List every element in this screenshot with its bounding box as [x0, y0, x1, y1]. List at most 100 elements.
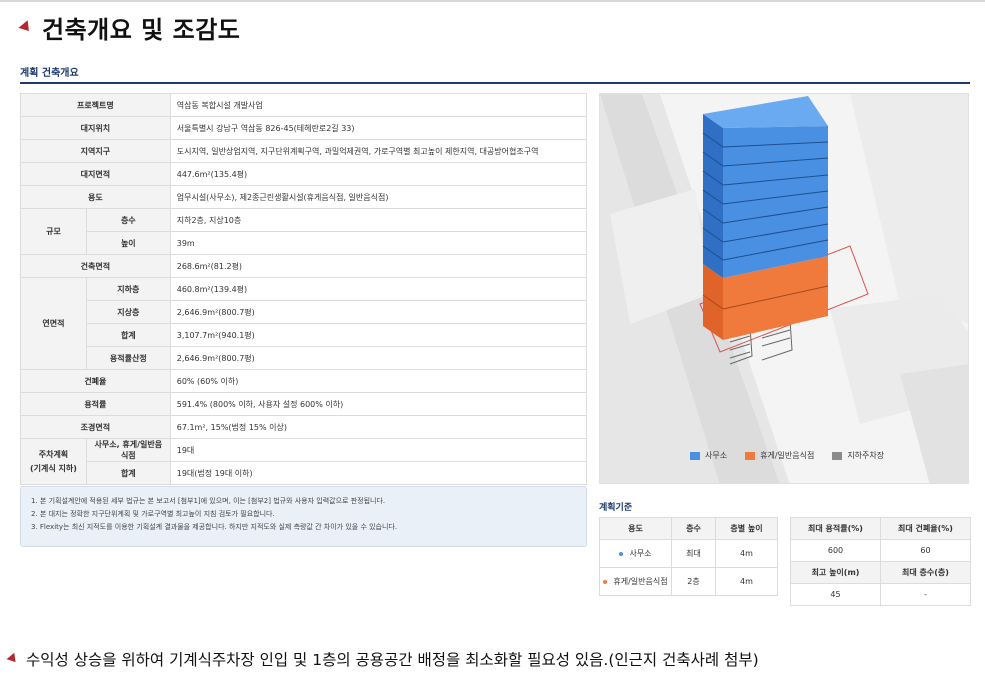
- spec-value: 447.6m²(135.4평): [169, 162, 588, 186]
- ratio-table: 최대 용적률(%) 최대 건폐율(%) 600 60 최고 높이(m) 최대 층…: [790, 517, 971, 606]
- spec-label: 높이: [85, 231, 171, 255]
- table-row: 용적률산정 2,646.9m²(800.7평): [21, 346, 588, 370]
- bcr-value: 60: [880, 539, 971, 562]
- bottom-remark: 수익성 상승을 위하여 기계식주차장 인입 및 1층의 공용공간 배정을 최소화…: [6, 648, 759, 670]
- table-row: 규모 층수 지하2층, 지상10층: [20, 208, 588, 255]
- table-row: 합계 3,107.7m²(940.1평): [21, 323, 588, 347]
- spec-value: 업무시설(사무소), 제2종근린생활시설(휴게음식점, 일반음식점): [169, 185, 588, 209]
- office-roof: [703, 96, 828, 128]
- note-line: 1. 본 기획설계안에 적용된 세부 법규는 본 보고서 [첨부1]에 있으며,…: [31, 497, 386, 505]
- restaurant-dot-icon: [603, 579, 608, 584]
- table-row: 지역지구 도시지역, 일반상업지역, 지구단위계획구역, 과밀억제권역, 가로구…: [20, 139, 588, 163]
- table-row: 용도 업무시설(사무소), 제2종근린생활시설(휴게음식점, 일반음식점): [20, 185, 588, 209]
- spec-value: 60% (60% 이하): [169, 369, 588, 393]
- plan-criteria-label: 계획기준: [599, 503, 633, 513]
- spec-value: 268.6m²(81.2평): [169, 254, 588, 278]
- legend-item-parking: 지하주차장: [832, 450, 884, 461]
- spec-label: 지역지구: [20, 139, 171, 163]
- spec-group-label: 주차계획 (기계식 지하): [20, 438, 87, 485]
- spec-value: 67.1m², 15%(법정 15% 이상): [169, 415, 588, 439]
- table-row: 45 -: [790, 583, 971, 606]
- legend-label: 사무소: [705, 451, 728, 460]
- max-floors-value: -: [880, 583, 971, 606]
- spec-label: 용적률: [20, 392, 171, 416]
- spec-group-label: 연면적: [20, 277, 87, 370]
- column-header: 최대 용적률(%): [790, 517, 881, 540]
- column-header: 최대 건폐율(%): [880, 517, 971, 540]
- parking-swatch-icon: [832, 451, 843, 460]
- building-spec-table: 프로젝트명 역삼동 복합시설 개발사업 대지위치 서울특별시 강남구 역삼동 8…: [20, 93, 588, 485]
- spec-value: 도시지역, 일반상업지역, 지구단위계획구역, 과밀억제권역, 가로구역별 최고…: [169, 139, 588, 163]
- spec-value: 39m: [169, 231, 588, 255]
- neighbor-block: [900, 364, 968, 483]
- spec-label: 건축면적: [20, 254, 171, 278]
- spec-value: 2,646.9m²(800.7평): [169, 346, 588, 370]
- table-row: 조경면적 67.1m², 15%(법정 15% 이상): [20, 415, 588, 439]
- spec-label: 층수: [85, 208, 171, 232]
- spec-label: 프로젝트명: [20, 93, 171, 117]
- plan-height: 4m: [715, 539, 778, 568]
- table-row: 지상층 2,646.9m²(800.7평): [21, 300, 588, 324]
- plan-criteria-table: 용도 층수 층별 높이 사무소 최대 4m 휴게/일반음식점 2층 4m: [599, 517, 778, 596]
- table-row: 건폐율 60% (60% 이하): [20, 369, 588, 393]
- spec-value: 19대: [169, 438, 588, 462]
- section-label: 계획 건축개요: [20, 68, 79, 79]
- legend-label: 지하주차장: [847, 451, 885, 460]
- spec-label: 대지위치: [20, 116, 171, 140]
- bottom-remark-text: 수익성 상승을 위하여 기계식주차장 인입 및 1층의 공용공간 배정을 최소화…: [26, 651, 759, 669]
- table-header-row: 용도 층수 층별 높이: [599, 517, 778, 540]
- column-header: 층수: [671, 517, 716, 540]
- legend: 사무소 휴게/일반음식점 지하주차장: [690, 450, 884, 461]
- spec-value: 역삼동 복합시설 개발사업: [169, 93, 588, 117]
- spec-label: 합계: [85, 323, 171, 347]
- table-header-row: 최대 용적률(%) 최대 건폐율(%): [790, 517, 971, 540]
- arrow-bullet-icon: [18, 20, 34, 35]
- column-header: 층별 높이: [715, 517, 778, 540]
- table-row: 프로젝트명 역삼동 복합시설 개발사업: [20, 93, 588, 117]
- legend-item-restaurant: 휴게/일반음식점: [745, 450, 814, 461]
- spec-value: 서울특별시 강남구 역삼동 826-45(테헤란로2길 33): [169, 116, 588, 140]
- section-rule: [20, 82, 970, 84]
- spec-label: 사무소, 휴게/일반음식점: [85, 438, 171, 462]
- parking-label-line2: (기계식 지하): [29, 463, 77, 473]
- column-header: 최대 층수(층): [880, 561, 971, 584]
- plan-floors: 최대: [671, 539, 716, 568]
- table-row: 연면적 지하층 460.8m²(139.4평): [20, 277, 588, 370]
- plan-use: 휴게/일반음식점: [613, 577, 668, 586]
- spec-label: 용적률산정: [85, 346, 171, 370]
- building-massing-illustration: [600, 94, 968, 483]
- spec-value: 19대(법정 19대 이하): [169, 461, 588, 485]
- office-dot-icon: [619, 551, 624, 556]
- legend-item-office: 사무소: [690, 450, 727, 461]
- far-value: 600: [790, 539, 881, 562]
- column-header: 최고 높이(m): [790, 561, 881, 584]
- table-row: 휴게/일반음식점 2층 4m: [599, 567, 778, 596]
- restaurant-swatch-icon: [745, 451, 756, 460]
- top-divider: [0, 0, 985, 2]
- table-row: 용적률 591.4% (800% 이하, 사용자 설정 600% 이하): [20, 392, 588, 416]
- notes-box: 1. 본 기획설계안에 적용된 세부 법규는 본 보고서 [첨부1]에 있으며,…: [20, 486, 587, 547]
- plan-floors: 2층: [671, 567, 716, 596]
- note-line: 3. Flexity는 최신 지적도를 이용한 기획설계 결과물을 제공합니다.…: [31, 523, 398, 531]
- spec-label: 지상층: [85, 300, 171, 324]
- spec-group-label: 규모: [20, 208, 87, 255]
- neighbor-block: [850, 94, 968, 324]
- legend-label: 휴게/일반음식점: [760, 451, 815, 460]
- table-row: 높이 39m: [21, 231, 588, 255]
- spec-label: 조경면적: [20, 415, 171, 439]
- plan-height: 4m: [715, 567, 778, 596]
- plan-use: 사무소: [629, 549, 652, 558]
- spec-value: 2,646.9m²(800.7평): [169, 300, 588, 324]
- table-row: 합계 19대(법정 19대 이하): [21, 461, 588, 485]
- plan-use-cell: 휴게/일반음식점: [599, 567, 672, 596]
- max-height-value: 45: [790, 583, 881, 606]
- table-row: 건축면적 268.6m²(81.2평): [20, 254, 588, 278]
- spec-label: 용도: [20, 185, 171, 209]
- table-header-row: 최고 높이(m) 최대 층수(층): [790, 561, 971, 584]
- column-header: 용도: [599, 517, 672, 540]
- spec-label: 합계: [85, 461, 171, 485]
- page-title: 건축개요 및 조감도: [18, 10, 241, 45]
- spec-value: 3,107.7m²(940.1평): [169, 323, 588, 347]
- page-title-text: 건축개요 및 조감도: [42, 16, 241, 44]
- arrow-bullet-icon: [6, 652, 20, 666]
